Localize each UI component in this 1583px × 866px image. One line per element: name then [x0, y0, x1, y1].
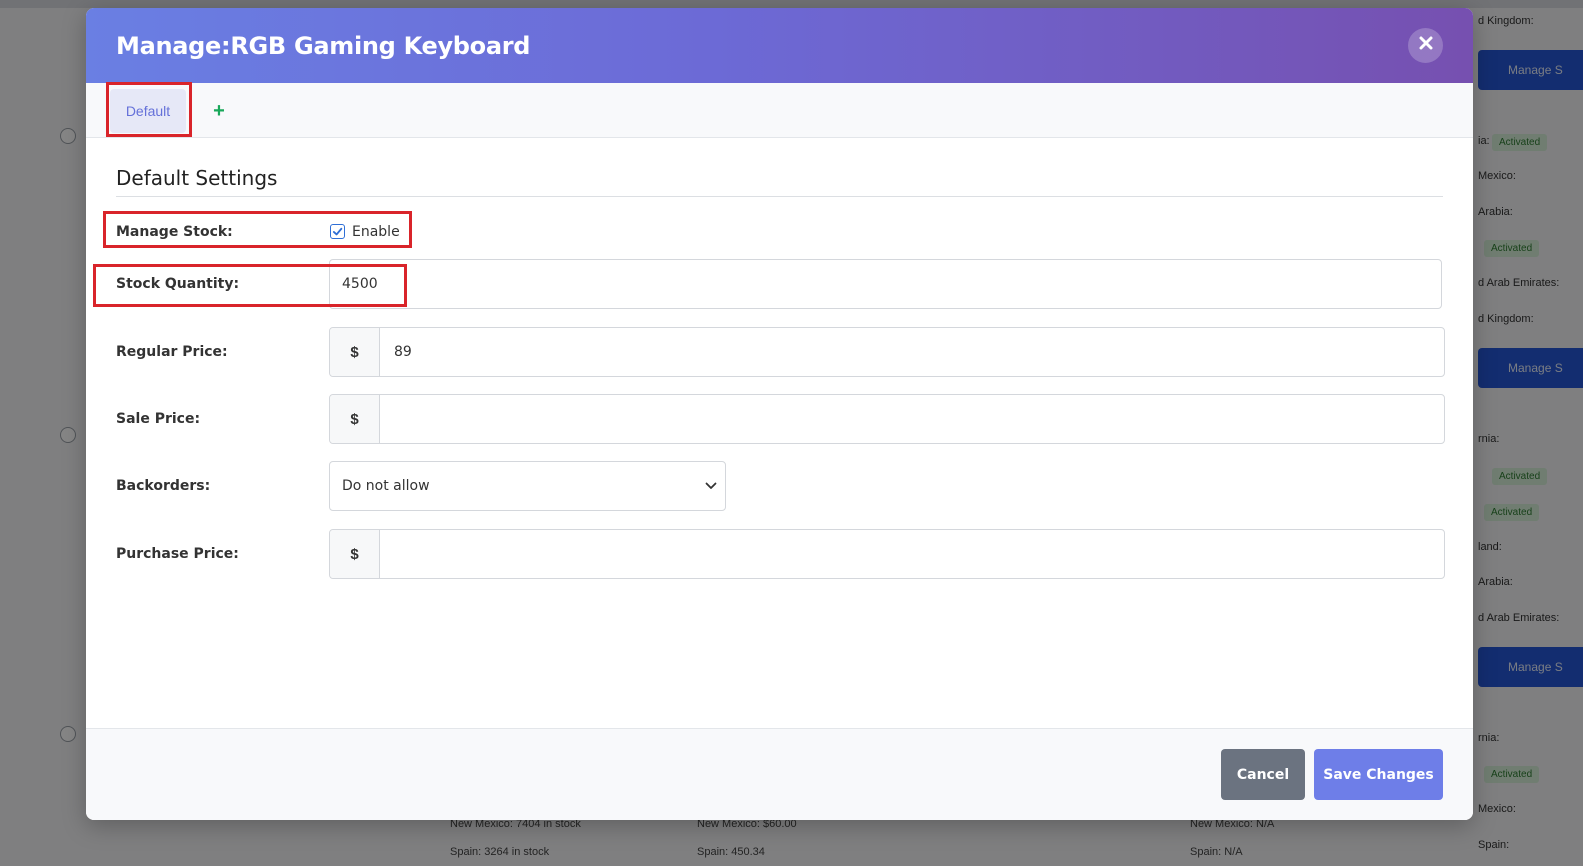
regular-price-label: Regular Price: [116, 344, 228, 360]
backorders-label: Backorders: [116, 478, 211, 494]
stock-quantity-label: Stock Quantity: [116, 276, 240, 292]
backorders-select[interactable]: Do not allow [329, 461, 726, 511]
modal-footer: Cancel Save Changes [86, 728, 1473, 820]
regular-price-group: $ 89 [329, 327, 1445, 377]
sale-price-group: $ [329, 394, 1445, 444]
purchase-price-input[interactable] [380, 530, 1444, 578]
close-icon [1418, 35, 1434, 56]
manage-stock-label: Manage Stock: [116, 224, 233, 240]
currency-addon: $ [330, 328, 380, 376]
sale-price-label: Sale Price: [116, 411, 201, 427]
currency-addon: $ [330, 395, 380, 443]
manage-stock-checkbox[interactable] [330, 224, 345, 239]
currency-addon: $ [330, 530, 380, 578]
section-title: Default Settings [116, 166, 278, 190]
stock-quantity-input[interactable]: 4500 [329, 259, 1442, 309]
checkmark-icon [332, 227, 343, 236]
add-tab-button[interactable]: + [211, 97, 227, 125]
purchase-price-label: Purchase Price: [116, 546, 239, 562]
chevron-down-icon [705, 482, 717, 490]
tabs-bar: Default + [86, 83, 1473, 138]
regular-price-input[interactable]: 89 [380, 328, 1444, 376]
modal-header: Manage:RGB Gaming Keyboard [86, 8, 1473, 83]
tab-default[interactable]: Default [110, 89, 186, 133]
enable-label[interactable]: Enable [352, 224, 400, 240]
close-button[interactable] [1408, 28, 1443, 63]
modal-title: Manage:RGB Gaming Keyboard [116, 32, 531, 60]
cancel-button[interactable]: Cancel [1221, 749, 1305, 800]
purchase-price-group: $ [329, 529, 1445, 579]
sale-price-input[interactable] [380, 395, 1444, 443]
section-divider [116, 196, 1443, 197]
backorders-selected-value: Do not allow [342, 478, 430, 494]
save-changes-button[interactable]: Save Changes [1314, 749, 1443, 800]
manage-product-modal: Manage:RGB Gaming Keyboard Default + Def… [86, 8, 1473, 820]
